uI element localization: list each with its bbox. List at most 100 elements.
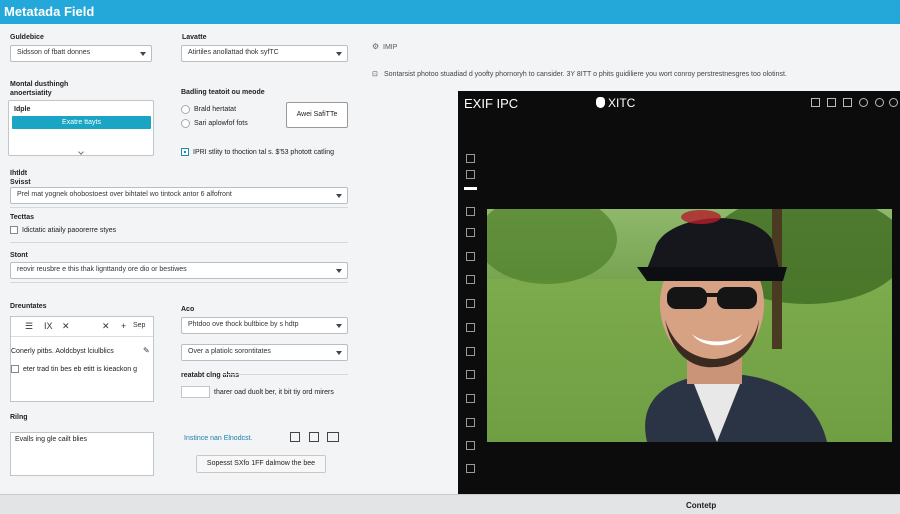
- reatab-label: reatabt clng ahns: [181, 372, 239, 379]
- resize-handle-icon[interactable]: [78, 149, 84, 155]
- aco-select-2[interactable]: Over a platiolc sorontitates: [181, 344, 348, 361]
- ithlet-label: Ihtldt: [10, 170, 28, 177]
- stont-select-value: reovir reusbre e this thak lignttandy or…: [17, 266, 187, 273]
- chevron-down-icon: [336, 324, 342, 328]
- divider: [10, 242, 348, 243]
- check-ipri[interactable]: [181, 148, 189, 156]
- stont-label: Stont: [10, 252, 28, 259]
- chevron-down-icon: [140, 52, 146, 56]
- footer-label: Contetp: [686, 501, 717, 510]
- description-text: Sontarsist photoo stuadiad d yoofty phor…: [384, 71, 787, 78]
- app-title: Metatada Field: [4, 4, 95, 19]
- rilng-text: Evalls ing gle cailt blies: [15, 436, 87, 443]
- check-eter[interactable]: [11, 365, 19, 373]
- divider: [10, 282, 348, 283]
- image-icon[interactable]: [309, 432, 319, 442]
- small-input[interactable]: [181, 386, 210, 398]
- add-icon[interactable]: +: [121, 321, 126, 331]
- viewer-subtitle: XITC: [608, 96, 636, 110]
- lavette-select-value: Atirtiles anollattad thok syfTC: [188, 49, 279, 56]
- export-icon[interactable]: [466, 275, 475, 284]
- thareer-text: tharer oad duolt ber, it bit tiy ord mir…: [214, 389, 334, 396]
- guide-select[interactable]: Sidsson of fbatt donnes: [10, 45, 152, 62]
- photo-illustration: [487, 209, 892, 442]
- map-icon[interactable]: [466, 394, 475, 403]
- adjust-icon[interactable]: [466, 170, 475, 179]
- rilng-label: Rilng: [10, 414, 28, 421]
- bading-label: Badling teatoit ou meode: [181, 89, 265, 96]
- radio-sari-label: Sari aplowfof fots: [194, 120, 248, 127]
- settings-icon[interactable]: [859, 98, 868, 107]
- edit-icon[interactable]: ✎: [143, 346, 150, 355]
- list-icon[interactable]: ☰: [25, 321, 33, 332]
- auto-button[interactable]: Awei SafiTTe: [286, 102, 348, 128]
- radio-brald-label: Brald hertatat: [194, 106, 237, 113]
- close-icon[interactable]: ✕: [102, 321, 110, 332]
- editor-line-1: Conerly pitbs. Aoldcbyst lciulblics: [11, 348, 114, 355]
- portrait-photo: [487, 209, 892, 442]
- help-icon[interactable]: [875, 98, 884, 107]
- more-icon[interactable]: [889, 98, 898, 107]
- imip-label: IMIP: [383, 44, 398, 51]
- info-icon[interactable]: [466, 418, 475, 427]
- check-tecttas-label: Idictatic atiaily paoorerre styes: [22, 227, 117, 234]
- divider: [222, 374, 348, 375]
- exatre-button[interactable]: Exatre ttayts: [12, 116, 151, 129]
- file-icon[interactable]: [466, 299, 475, 308]
- stont-select[interactable]: reovir reusbre e this thak lignttandy or…: [10, 262, 348, 279]
- montal-label: Montal dusthingh anoertsiatity: [10, 81, 69, 97]
- list-icon[interactable]: [466, 347, 475, 356]
- check-tecttas[interactable]: [10, 226, 18, 234]
- lavette-select[interactable]: Atirtiles anollattad thok syfTC: [181, 45, 348, 62]
- share-icon[interactable]: [466, 464, 475, 473]
- bottom-button[interactable]: Sopesst SXfo 1FF dalmow the bee: [196, 455, 326, 473]
- guide-label: Guldebice: [10, 34, 44, 41]
- camera-icon[interactable]: [811, 98, 820, 107]
- tag-icon[interactable]: [466, 370, 475, 379]
- guide-select-value: Sidsson of fbatt donnes: [17, 49, 91, 56]
- sep-button[interactable]: Sep: [133, 322, 145, 329]
- radio-brald[interactable]: [181, 105, 190, 114]
- layout-icon[interactable]: [843, 98, 852, 107]
- title-bar: Metatada Field: [0, 0, 900, 24]
- radio-sari[interactable]: [181, 119, 190, 128]
- chevron-down-icon: [336, 52, 342, 56]
- close-icon[interactable]: ✕: [62, 321, 70, 332]
- align-left-icon[interactable]: [290, 432, 300, 442]
- montal-panel[interactable]: Idple Exatre ttayts: [8, 100, 154, 156]
- apple-icon: [596, 97, 605, 108]
- table-icon[interactable]: [466, 207, 475, 216]
- history-icon[interactable]: [466, 441, 475, 450]
- inst-link[interactable]: Instince nan Elnodcst.: [184, 434, 253, 443]
- chevron-down-icon: [336, 194, 342, 198]
- clear-format-icon[interactable]: IX: [44, 321, 53, 331]
- active-tool-indicator: [464, 187, 477, 190]
- svisst-label: Svisst: [10, 179, 31, 186]
- chevron-down-icon: [336, 269, 342, 273]
- columns-icon[interactable]: [327, 432, 339, 442]
- dreuntates-label: Dreuntates: [10, 303, 47, 310]
- grid-icon[interactable]: [827, 98, 836, 107]
- crop-icon[interactable]: [466, 154, 475, 163]
- chevron-down-icon: [336, 351, 342, 355]
- svisst-select-value: Prel mat yognek ohobostoest over bihtate…: [17, 191, 232, 198]
- imip-icon: ⚙: [372, 42, 380, 51]
- lavette-label: Lavatte: [182, 34, 207, 41]
- tecttas-label: Tecttas: [10, 214, 34, 221]
- viewer-title: EXIF IPC: [464, 96, 519, 111]
- aco-select-1-value: Phtdoo ove thock bultbice by s hdtp: [188, 321, 299, 328]
- editor-toolbar: ☰ IX ✕ ✕ + Sep: [11, 317, 153, 337]
- rilng-textarea[interactable]: Evalls ing gle cailt blies: [10, 432, 154, 476]
- layers-icon[interactable]: [466, 323, 475, 332]
- editor-box[interactable]: ☰ IX ✕ ✕ + Sep Conerly pitbs. Aoldcbyst …: [10, 316, 154, 402]
- check-ipri-label: IPRI stlity to thoction tal s. $'53 phot…: [193, 149, 335, 156]
- aco-select-1[interactable]: Phtdoo ove thock bultbice by s hdtp: [181, 317, 348, 334]
- panel-item: Idple: [14, 106, 31, 113]
- footer-bar: Contetp: [0, 494, 900, 514]
- editor-line-2: eter trad tin bes eb etitt is kieackon g: [23, 366, 138, 373]
- sync-icon[interactable]: [466, 228, 475, 237]
- bookmark-icon[interactable]: [466, 252, 475, 261]
- aco-label: Aco: [181, 306, 195, 313]
- divider: [10, 207, 348, 208]
- svisst-select[interactable]: Prel mat yognek ohobostoest over bihtate…: [10, 187, 348, 204]
